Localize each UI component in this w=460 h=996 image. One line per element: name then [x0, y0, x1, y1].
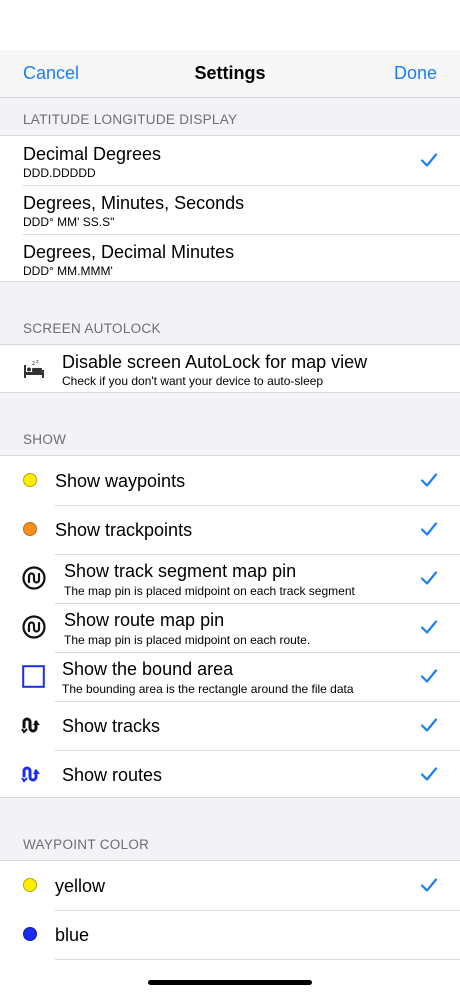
checkmark-icon — [420, 571, 438, 585]
yellow-dot-icon — [23, 878, 37, 892]
latlon-option-ddm[interactable]: Degrees, Decimal Minutes DDD° MM.MMM' — [0, 234, 460, 283]
show-tracks-row[interactable]: Show tracks — [0, 701, 460, 751]
checkmark-icon — [420, 878, 438, 892]
bed-icon: z z — [24, 359, 44, 378]
show-route-pin-row[interactable]: Show route map pin The map pin is placed… — [0, 603, 460, 653]
autolock-group: z z Disable screen AutoLock for map view… — [0, 344, 460, 393]
section-header-latlon: LATITUDE LONGITUDE DISPLAY — [23, 112, 238, 127]
show-bound-area-row[interactable]: Show the bound area The bounding area is… — [0, 652, 460, 702]
show-option-subtitle: The map pin is placed midpoint on each t… — [64, 584, 355, 598]
color-option-title: yellow — [55, 876, 106, 896]
checkmark-icon — [420, 669, 438, 683]
latlon-option-decimal-degrees[interactable]: Decimal Degrees DDD.DDDDD — [0, 136, 460, 186]
option-subtitle: DDD.DDDDD — [23, 166, 96, 180]
show-option-title: Show routes — [62, 765, 163, 785]
checkmark-icon — [420, 473, 438, 487]
routes-icon — [21, 766, 40, 783]
checkmark-icon — [420, 767, 438, 781]
show-option-title: Show the bound area — [62, 659, 234, 679]
track-pin-icon — [22, 566, 46, 590]
svg-text:z: z — [36, 359, 39, 365]
row-divider — [55, 959, 460, 960]
blue-dot-icon — [23, 927, 37, 941]
autolock-title: Disable screen AutoLock for map view — [62, 352, 368, 372]
show-option-subtitle: The bounding area is the rectangle aroun… — [62, 682, 354, 696]
show-trackpoints-row[interactable]: Show trackpoints — [0, 505, 460, 555]
checkmark-icon — [420, 620, 438, 634]
route-pin-icon — [22, 615, 46, 639]
page-title: Settings — [194, 63, 266, 83]
checkmark-icon — [420, 153, 438, 167]
done-button[interactable]: Done — [394, 63, 437, 84]
option-subtitle: DDD° MM.MMM' — [23, 264, 113, 278]
show-option-title: Show track segment map pin — [64, 561, 297, 581]
orange-dot-icon — [23, 522, 37, 536]
svg-text:z: z — [32, 360, 35, 367]
show-waypoints-row[interactable]: Show waypoints — [0, 456, 460, 506]
section-header-waypoint-color: WAYPOINT COLOR — [23, 837, 150, 852]
option-title: Decimal Degrees — [23, 144, 162, 164]
waypoint-color-yellow-row[interactable]: yellow — [0, 861, 460, 911]
show-option-title: Show waypoints — [55, 471, 186, 491]
option-title: Degrees, Decimal Minutes — [23, 242, 235, 262]
show-option-subtitle: The map pin is placed midpoint on each r… — [64, 633, 311, 647]
autolock-subtitle: Check if you don't want your device to a… — [62, 374, 324, 388]
show-option-title: Show trackpoints — [55, 520, 193, 540]
autolock-toggle-row[interactable]: z z Disable screen AutoLock for map view… — [0, 345, 460, 394]
show-option-title: Show route map pin — [64, 610, 225, 630]
latlon-option-dms[interactable]: Degrees, Minutes, Seconds DDD° MM' SS.S" — [0, 185, 460, 235]
show-track-segment-pin-row[interactable]: Show track segment map pin The map pin i… — [0, 554, 460, 604]
show-routes-row[interactable]: Show routes — [0, 750, 460, 799]
color-option-title: blue — [55, 925, 90, 945]
status-bar — [0, 0, 460, 50]
home-indicator[interactable] — [148, 980, 312, 985]
option-title: Degrees, Minutes, Seconds — [23, 193, 245, 213]
checkmark-icon — [420, 718, 438, 732]
bound-square-icon — [22, 665, 45, 688]
show-option-title: Show tracks — [62, 716, 161, 736]
section-header-autolock: SCREEN AUTOLOCK — [23, 321, 161, 336]
show-group: Show waypoints Show trackpoints Show tra… — [0, 455, 460, 798]
checkmark-icon — [420, 522, 438, 536]
section-header-show: SHOW — [23, 432, 67, 447]
navigation-bar: Cancel Settings Done — [0, 50, 460, 98]
waypoint-color-group: yellow blue — [0, 860, 460, 996]
waypoint-color-blue-row[interactable]: blue — [0, 910, 460, 960]
option-subtitle: DDD° MM' SS.S" — [23, 215, 115, 229]
tracks-icon — [21, 717, 40, 734]
latlon-group: Decimal Degrees DDD.DDDDD Degrees, Minut… — [0, 135, 460, 282]
yellow-dot-icon — [23, 473, 37, 487]
